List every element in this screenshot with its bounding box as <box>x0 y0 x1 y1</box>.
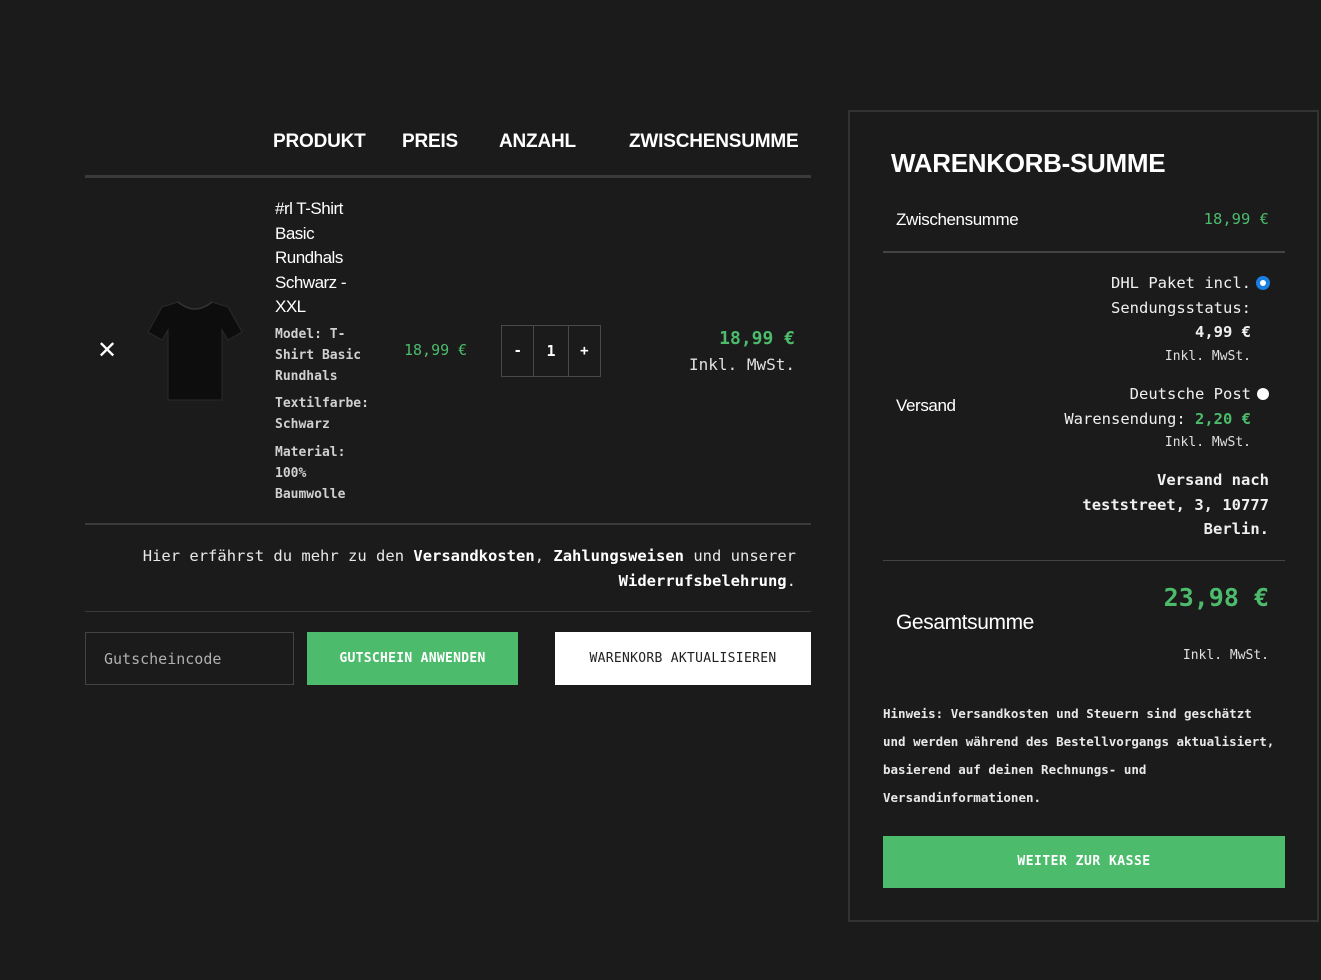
info-divider <box>85 611 811 612</box>
note-line: Versandinformationen. <box>883 790 1042 805</box>
grand-total-label: Gesamtsumme <box>896 611 1034 634</box>
product-name-line: Basic <box>275 223 315 243</box>
radio-unselected-icon[interactable] <box>1257 388 1269 400</box>
shipping-option-post[interactable]: Deutsche Post Warensendung: 2,20 € Inkl.… <box>1064 382 1269 455</box>
note-line: und werden während des Bestellvorgangs a… <box>883 734 1275 749</box>
checkout-button[interactable]: WEITER ZUR KASSE <box>883 836 1285 888</box>
product-material: Material: 100% Baumwolle <box>275 442 385 505</box>
subtotal-value: 18,99 € <box>1203 210 1269 228</box>
ship-to-line: teststreet, 3, 10777 <box>1082 495 1269 514</box>
header-subtotal: ZWISCHENSUMME <box>629 131 799 152</box>
info-text: und unserer <box>684 547 796 565</box>
item-price: 18,99 € <box>404 341 468 359</box>
meta-line: Material: <box>275 445 346 460</box>
shipping-option-name-cont: Warensendung: <box>1064 409 1195 428</box>
note-line: Hinweis: Versandkosten und Steuern sind … <box>883 706 1252 721</box>
shipping-option-price: 4,99 € <box>1195 323 1251 341</box>
shipping-info-text: Hier erfährst du mehr zu den Versandkost… <box>100 544 796 594</box>
row-divider <box>85 523 811 525</box>
shipping-option-price: 2,20 € <box>1195 409 1251 428</box>
shipping-note: Hinweis: Versandkosten und Steuern sind … <box>883 700 1293 812</box>
ship-to-line: Berlin. <box>1203 520 1269 538</box>
info-text: , <box>534 547 554 565</box>
item-subtotal-value: 18,99 € <box>719 328 795 349</box>
note-line: basierend auf deinen Rechnungs- und <box>883 762 1147 777</box>
shipping-option-tax: Inkl. MwSt. <box>1164 435 1251 450</box>
revocation-policy-link[interactable]: Widerrufsbelehrung <box>619 572 787 590</box>
header-price: PREIS <box>402 131 459 152</box>
product-name-link[interactable]: #rl T-Shirt Basic Rundhals Schwarz - XXL <box>275 197 375 320</box>
shipping-option-dhl[interactable]: DHL Paket incl. Sendungsstatus: 4,99 € I… <box>1111 271 1269 369</box>
totals-divider <box>883 251 1285 253</box>
header-quantity: ANZAHL <box>499 131 576 152</box>
shipping-label: Versand <box>896 396 956 415</box>
header-divider <box>85 175 811 178</box>
update-cart-button[interactable]: WARENKORB AKTUALISIEREN <box>555 632 811 685</box>
info-text: Hier erfährst du mehr zu den <box>142 547 414 565</box>
header-product: PRODUKT <box>273 131 366 152</box>
item-subtotal-tax: Inkl. MwSt. <box>689 355 795 374</box>
quantity-decrease-button[interactable]: - <box>502 326 533 376</box>
tshirt-image[interactable] <box>140 290 250 410</box>
payment-methods-link[interactable]: Zahlungsweisen <box>553 547 684 565</box>
meta-line: 100% <box>275 466 307 481</box>
product-color: Textilfarbe: Schwarz <box>275 393 385 435</box>
shipping-option-name: Deutsche Post <box>1129 385 1251 403</box>
close-icon: ✕ <box>96 336 118 364</box>
quantity-stepper: - 1 + <box>501 325 601 377</box>
meta-line: Baumwolle <box>275 487 346 502</box>
meta-line: Schwarz <box>275 417 330 432</box>
coupon-input[interactable] <box>85 632 294 685</box>
totals-divider <box>883 560 1285 561</box>
info-text: . <box>786 572 796 590</box>
product-name-line: XXL <box>275 297 306 316</box>
quantity-input[interactable]: 1 <box>533 326 569 376</box>
meta-line: Shirt Basic <box>275 348 362 363</box>
grand-total-tax: Inkl. MwSt. <box>1182 648 1269 663</box>
cart-totals-title: WARENKORB-SUMME <box>891 148 1166 178</box>
shipping-option-name: DHL Paket incl. <box>1111 274 1251 292</box>
meta-line: Textilfarbe: <box>275 396 369 411</box>
remove-item-button[interactable]: ✕ <box>96 337 118 363</box>
product-name-line: Schwarz - <box>275 272 347 292</box>
product-name-line: Rundhals <box>275 248 343 267</box>
ship-to-line: Versand nach <box>1157 471 1269 489</box>
meta-line: Model: T- <box>275 327 346 342</box>
shipping-option-tax: Inkl. MwSt. <box>1164 348 1251 364</box>
radio-selected-icon[interactable] <box>1257 277 1269 289</box>
product-name-line: #rl T-Shirt <box>275 199 343 218</box>
item-subtotal: 18,99 € Inkl. MwSt. <box>689 327 795 379</box>
product-model: Model: T- Shirt Basic Rundhals <box>275 324 385 387</box>
meta-line: Rundhals <box>275 369 338 384</box>
apply-coupon-button[interactable]: GUTSCHEIN ANWENDEN <box>307 632 518 685</box>
quantity-increase-button[interactable]: + <box>569 326 600 376</box>
grand-total-value: 23,98 € <box>1163 583 1269 612</box>
shipping-option-name-cont: Sendungsstatus: <box>1111 298 1251 317</box>
shipping-costs-link[interactable]: Versandkosten <box>413 547 534 565</box>
ship-to-address: Versand nach teststreet, 3, 10777 Berlin… <box>1082 468 1269 542</box>
subtotal-label: Zwischensumme <box>896 210 1019 229</box>
